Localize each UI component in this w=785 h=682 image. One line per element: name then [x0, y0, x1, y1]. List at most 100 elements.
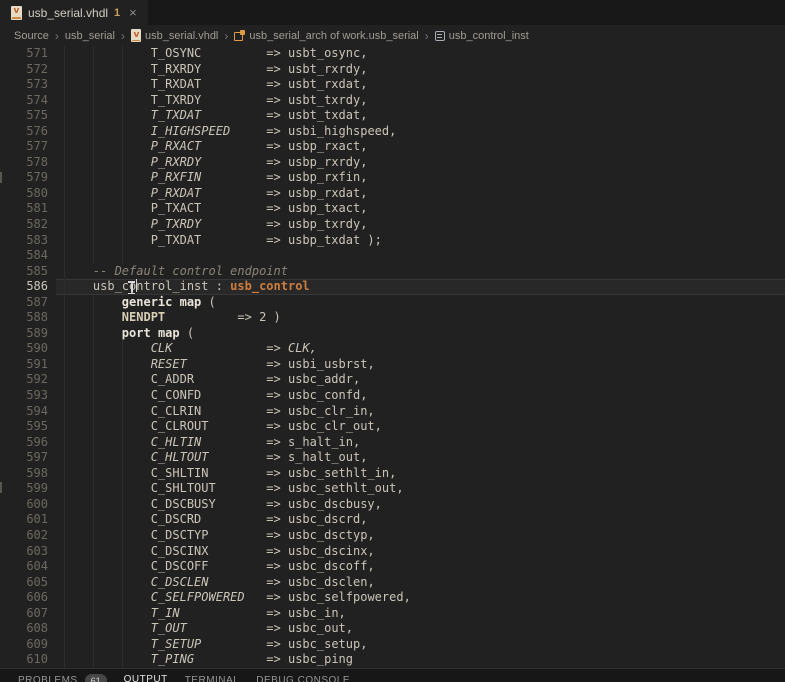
code-line-591[interactable]: 591 RESET => usbi_usbrst, [0, 357, 785, 373]
panel-tab-problems[interactable]: PROBLEMS61 [18, 674, 107, 682]
code-line-575[interactable]: 575 T_TXDAT => usbt_txdat, [0, 108, 785, 124]
code-text: P_TXRDY => usbp_txrdy, [64, 217, 367, 233]
panel-tab-output[interactable]: OUTPUT [124, 674, 168, 682]
code-line-598[interactable]: 598 C_SHLTIN => usbc_sethlt_in, [0, 466, 785, 482]
panel-tab-debug-console[interactable]: DEBUG CONSOLE [256, 675, 350, 682]
line-number[interactable]: 602 [0, 528, 48, 544]
code-line-583[interactable]: 583 P_TXDAT => usbp_txdat ); [0, 233, 785, 249]
code-line-604[interactable]: 604 C_DSCOFF => usbc_dscoff, [0, 559, 785, 575]
breadcrumb-item[interactable]: usb_serial [65, 30, 115, 42]
line-number[interactable]: 591 [0, 357, 48, 373]
line-number[interactable]: 582 [0, 217, 48, 233]
line-number[interactable]: 610 [0, 652, 48, 668]
line-number[interactable]: 606 [0, 590, 48, 606]
code-line-584[interactable]: 584 [0, 248, 785, 264]
code-line-597[interactable]: 597 C_HLTOUT => s_halt_out, [0, 450, 785, 466]
code-line-594[interactable]: 594 C_CLRIN => usbc_clr_in, [0, 404, 785, 420]
code-line-578[interactable]: 578 P_RXRDY => usbp_rxrdy, [0, 155, 785, 171]
line-number[interactable]: 577 [0, 139, 48, 155]
code-line-586[interactable]: 586 usb_control_inst : usb_control [0, 279, 785, 295]
code-line-596[interactable]: 596 C_HLTIN => s_halt_in, [0, 435, 785, 451]
line-number[interactable]: 576 [0, 124, 48, 140]
line-number[interactable]: 578 [0, 155, 48, 171]
code-line-602[interactable]: 602 C_DSCTYP => usbc_dsctyp, [0, 528, 785, 544]
line-number[interactable]: 585 [0, 264, 48, 280]
line-number[interactable]: 604 [0, 559, 48, 575]
line-number[interactable]: 573 [0, 77, 48, 93]
breadcrumb-item[interactable]: usb_serial.vhdl [131, 29, 218, 42]
breadcrumb-item[interactable]: usb_serial_arch of work.usb_serial [234, 30, 418, 42]
line-number[interactable]: 583 [0, 233, 48, 249]
code-line-580[interactable]: 580 P_RXDAT => usbp_rxdat, [0, 186, 785, 202]
line-number[interactable]: 579 [0, 170, 48, 186]
code-line-608[interactable]: 608 T_OUT => usbc_out, [0, 621, 785, 637]
code-line-581[interactable]: 581 P_TXACT => usbp_txact, [0, 201, 785, 217]
code-line-579[interactable]: 579 P_RXFIN => usbp_rxfin, [0, 170, 785, 186]
line-number[interactable]: 572 [0, 62, 48, 78]
close-icon[interactable]: × [129, 6, 137, 19]
line-number[interactable]: 590 [0, 341, 48, 357]
code-line-610[interactable]: 610 T_PING => usbc_ping [0, 652, 785, 668]
code-text: I_HIGHSPEED => usbi_highspeed, [64, 124, 396, 140]
code-line-582[interactable]: 582 P_TXRDY => usbp_txrdy, [0, 217, 785, 233]
line-number[interactable]: 592 [0, 372, 48, 388]
code-text: RESET => usbi_usbrst, [64, 357, 375, 373]
code-line-599[interactable]: 599 C_SHLTOUT => usbc_sethlt_out, [0, 481, 785, 497]
code-text: P_RXFIN => usbp_rxfin, [64, 170, 367, 186]
code-line-577[interactable]: 577 P_RXACT => usbp_rxact, [0, 139, 785, 155]
code-line-576[interactable]: 576 I_HIGHSPEED => usbi_highspeed, [0, 124, 785, 140]
code-line-606[interactable]: 606 C_SELFPOWERED => usbc_selfpowered, [0, 590, 785, 606]
code-line-607[interactable]: 607 T_IN => usbc_in, [0, 606, 785, 622]
line-number[interactable]: 608 [0, 621, 48, 637]
line-number[interactable]: 593 [0, 388, 48, 404]
code-line-573[interactable]: 573 T_RXDAT => usbt_rxdat, [0, 77, 785, 93]
breadcrumb-item[interactable]: usb_control_inst [435, 30, 529, 42]
line-number[interactable]: 594 [0, 404, 48, 420]
line-number[interactable]: 584 [0, 248, 48, 264]
line-number[interactable]: 609 [0, 637, 48, 653]
line-number[interactable]: 597 [0, 450, 48, 466]
code-line-574[interactable]: 574 T_TXRDY => usbt_txrdy, [0, 93, 785, 109]
breadcrumb-item[interactable]: Source [14, 30, 49, 42]
code-line-609[interactable]: 609 T_SETUP => usbc_setup, [0, 637, 785, 653]
line-number[interactable]: 581 [0, 201, 48, 217]
editor-code-area[interactable]: 571 T_OSYNC => usbt_osync,572 T_RXRDY =>… [0, 46, 785, 668]
code-line-585[interactable]: 585 -- Default control endpoint [0, 264, 785, 280]
code-line-572[interactable]: 572 T_RXRDY => usbt_rxrdy, [0, 62, 785, 78]
code-line-587[interactable]: 587 generic map ( [0, 295, 785, 311]
code-line-589[interactable]: 589 port map ( [0, 326, 785, 342]
line-number[interactable]: 607 [0, 606, 48, 622]
code-line-590[interactable]: 590 CLK => CLK, [0, 341, 785, 357]
line-number[interactable]: 588 [0, 310, 48, 326]
line-number[interactable]: 596 [0, 435, 48, 451]
code-line-600[interactable]: 600 C_DSCBUSY => usbc_dscbusy, [0, 497, 785, 513]
line-number[interactable]: 571 [0, 46, 48, 62]
breadcrumb-label: Source [14, 30, 49, 42]
code-line-603[interactable]: 603 C_DSCINX => usbc_dscinx, [0, 544, 785, 560]
code-line-605[interactable]: 605 C_DSCLEN => usbc_dsclen, [0, 575, 785, 591]
line-number[interactable]: 599 [0, 481, 48, 497]
line-number[interactable]: 600 [0, 497, 48, 513]
line-number[interactable]: 595 [0, 419, 48, 435]
code-line-593[interactable]: 593 C_CONFD => usbc_confd, [0, 388, 785, 404]
line-number[interactable]: 574 [0, 93, 48, 109]
line-number[interactable]: 598 [0, 466, 48, 482]
code-text: -- Default control endpoint [64, 264, 288, 280]
code-line-592[interactable]: 592 C_ADDR => usbc_addr, [0, 372, 785, 388]
line-number[interactable]: 587 [0, 295, 48, 311]
line-number[interactable]: 603 [0, 544, 48, 560]
code-line-588[interactable]: 588 NENDPT => 2 ) [0, 310, 785, 326]
line-number[interactable]: 601 [0, 512, 48, 528]
line-number[interactable]: 580 [0, 186, 48, 202]
line-number[interactable]: 586 [0, 279, 48, 295]
panel-tab-label: OUTPUT [124, 674, 168, 682]
code-text: T_SETUP => usbc_setup, [64, 637, 367, 653]
code-line-571[interactable]: 571 T_OSYNC => usbt_osync, [0, 46, 785, 62]
line-number[interactable]: 575 [0, 108, 48, 124]
line-number[interactable]: 605 [0, 575, 48, 591]
panel-tab-terminal[interactable]: TERMINAL [185, 675, 240, 682]
tab-usb-serial-vhdl[interactable]: usb_serial.vhdl 1 × [0, 0, 148, 25]
line-number[interactable]: 589 [0, 326, 48, 342]
code-line-595[interactable]: 595 C_CLROUT => usbc_clr_out, [0, 419, 785, 435]
code-line-601[interactable]: 601 C_DSCRD => usbc_dscrd, [0, 512, 785, 528]
